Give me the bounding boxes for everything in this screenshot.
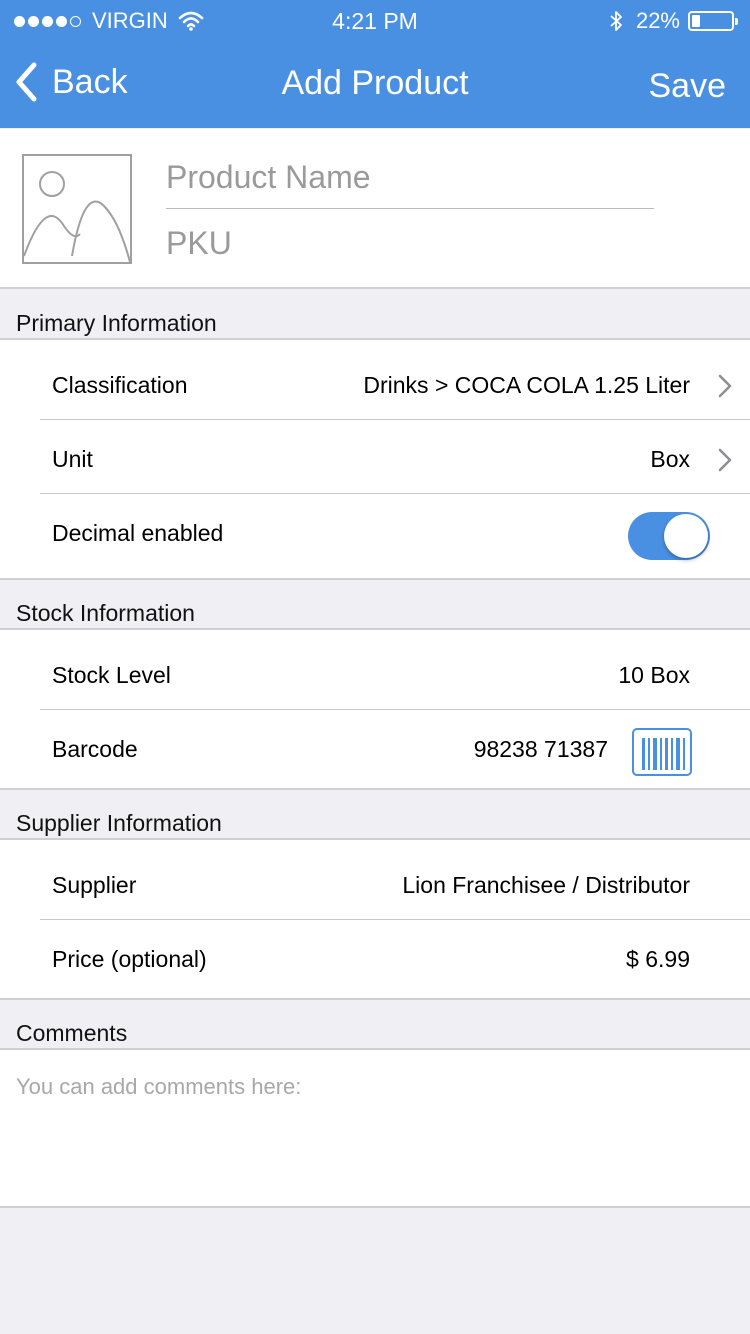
- battery-icon: [688, 11, 738, 31]
- section-header-stock: Stock Information: [16, 600, 195, 626]
- barcode-value: 98238 71387: [473, 736, 608, 762]
- supplier-label: Supplier: [52, 872, 137, 898]
- page-title: Add Product: [281, 64, 469, 102]
- price-value: $ 6.99: [626, 946, 690, 972]
- decimal-label: Decimal enabled: [52, 520, 224, 546]
- section-header-primary: Primary Information: [16, 310, 217, 336]
- section-header-supplier: Supplier Information: [16, 810, 222, 836]
- stock-level-value: 10 Box: [618, 662, 690, 688]
- image-placeholder-icon: [23, 171, 131, 263]
- product-photo-button[interactable]: [22, 154, 132, 264]
- supplier-info-group: Supplier Lion Franchisee / Distributor P…: [0, 838, 750, 1000]
- barcode-row[interactable]: Barcode 98238 71387: [0, 712, 750, 786]
- battery-fill: [692, 15, 700, 27]
- unit-value: Box: [650, 446, 690, 472]
- price-row[interactable]: Price (optional) $ 6.99: [0, 922, 750, 996]
- stock-level-row[interactable]: Stock Level 10 Box: [0, 638, 750, 712]
- row-divider: [40, 419, 750, 420]
- status-right: 22%: [608, 8, 738, 34]
- stock-level-label: Stock Level: [52, 662, 171, 688]
- comments-input[interactable]: [0, 1050, 750, 1206]
- unit-row[interactable]: Unit Box: [0, 422, 750, 496]
- barcode-label: Barcode: [52, 736, 138, 762]
- stock-info-group: Stock Level 10 Box Barcode 98238 71387: [0, 628, 750, 790]
- bluetooth-icon: [610, 11, 622, 31]
- pku-input[interactable]: PKU: [166, 225, 654, 265]
- primary-info-group: Classification Drinks > COCA COLA 1.25 L…: [0, 338, 750, 580]
- barcode-scan-button[interactable]: [632, 728, 692, 776]
- supplier-value: Lion Franchisee / Distributor: [402, 872, 690, 898]
- chevron-right-icon: [718, 374, 732, 398]
- toggle-knob: [664, 514, 708, 558]
- row-divider: [40, 709, 750, 710]
- classification-label: Classification: [52, 372, 188, 398]
- product-name-input[interactable]: Product Name: [166, 159, 654, 209]
- barcode-icon: [642, 738, 685, 770]
- comments-box: [0, 1048, 750, 1208]
- chevron-right-icon: [718, 448, 732, 472]
- row-divider: [40, 493, 750, 494]
- decimal-toggle[interactable]: [628, 512, 710, 560]
- product-card: Product Name PKU: [0, 129, 750, 289]
- classification-row[interactable]: Classification Drinks > COCA COLA 1.25 L…: [0, 348, 750, 422]
- nav-bar: Back Add Product Save: [0, 40, 750, 128]
- unit-label: Unit: [52, 446, 93, 472]
- row-divider: [40, 919, 750, 920]
- battery-percent: 22%: [635, 8, 680, 33]
- status-bar: VIRGIN 4:21 PM 22%: [0, 0, 750, 40]
- save-button[interactable]: Save: [649, 67, 727, 106]
- supplier-row[interactable]: Supplier Lion Franchisee / Distributor: [0, 848, 750, 922]
- header: VIRGIN 4:21 PM 22% Back Add Product Save: [0, 0, 750, 128]
- decimal-row: Decimal enabled: [0, 496, 750, 570]
- section-header-comments: Comments: [16, 1020, 128, 1046]
- classification-value: Drinks > COCA COLA 1.25 Liter: [363, 372, 690, 398]
- price-label: Price (optional): [52, 946, 207, 972]
